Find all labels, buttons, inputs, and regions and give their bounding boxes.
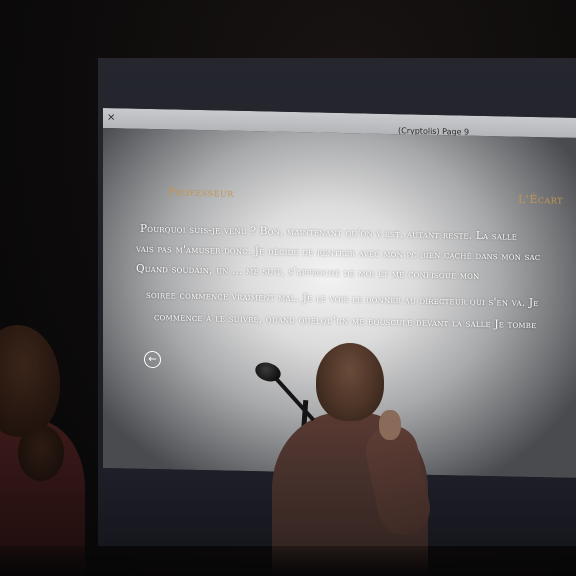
- presenter-hand: [379, 410, 401, 440]
- close-icon[interactable]: ×: [107, 108, 115, 128]
- speaker-name-left: Professeur: [168, 185, 234, 200]
- audience-member-head: [0, 325, 60, 437]
- floor-shadow: [0, 546, 576, 576]
- story-line-3: Quand soudain, un ... me suit, s'approch…: [136, 262, 480, 282]
- story-line-5: commence à le suivre, quand quelqu'un me…: [154, 311, 537, 332]
- story-line-2: vais pas m'amuser donc. Je décide de ren…: [136, 242, 541, 264]
- audience-member-head-back: [18, 425, 64, 481]
- story-line-1: Pourquoi suis-je venu ? Bon, maintenant …: [140, 222, 518, 243]
- presentation-scene: × (Cryptolis) Page 9 Professeur L'Écart …: [0, 0, 576, 576]
- story-line-4: soirée commence vraiment mal. Je le vois…: [146, 288, 539, 310]
- presenter-head: [316, 343, 384, 421]
- back-arrow-icon[interactable]: ←: [144, 350, 161, 369]
- speaker-name-right: L'Écart: [518, 192, 563, 207]
